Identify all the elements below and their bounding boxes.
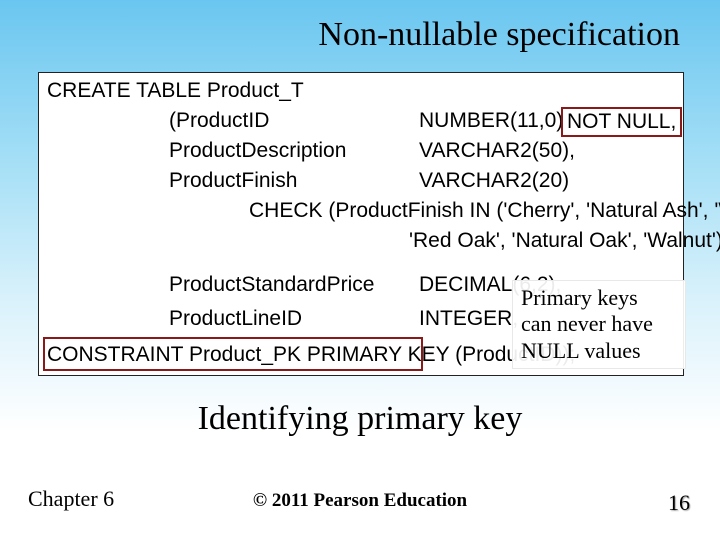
primary-key-highlight-box (43, 337, 423, 371)
slide: Non-nullable specification CREATE TABLE … (0, 0, 720, 540)
sql-col1-constraint-box: NOT NULL, (561, 107, 682, 137)
sql-check-line1: CHECK (ProductFinish IN ('Cherry', 'Natu… (249, 199, 720, 223)
heading-top: Non-nullable specification (0, 16, 680, 54)
annotation-line3: NULL values (521, 338, 641, 363)
sql-col4-name: ProductStandardPrice (169, 273, 374, 297)
sql-col1-type: NUMBER(11,0) (419, 109, 563, 133)
sql-col3-name: ProductFinish (169, 169, 297, 193)
sql-col2-type: VARCHAR2(50), (419, 139, 575, 163)
sql-check-line2: 'Red Oak', 'Natural Oak', 'Walnut')), (409, 229, 720, 253)
sql-create: CREATE TABLE Product_T (47, 79, 304, 103)
sql-col3-type: VARCHAR2(20) (419, 169, 569, 193)
sql-col5-type: INTEGER, (419, 307, 518, 331)
annotation-line1: Primary keys (521, 285, 638, 310)
footer-copyright: © 2011 Pearson Education (0, 490, 720, 512)
footer-page-number: 16 (668, 490, 690, 516)
sql-col5-name: ProductLineID (169, 307, 302, 331)
sql-col2-name: ProductDescription (169, 139, 346, 163)
sql-col1-name: (ProductID (169, 109, 269, 133)
heading-bottom: Identifying primary key (0, 400, 720, 438)
annotation-line2: can never have (521, 311, 653, 336)
annotation-box: Primary keys can never have NULL values (512, 280, 686, 369)
